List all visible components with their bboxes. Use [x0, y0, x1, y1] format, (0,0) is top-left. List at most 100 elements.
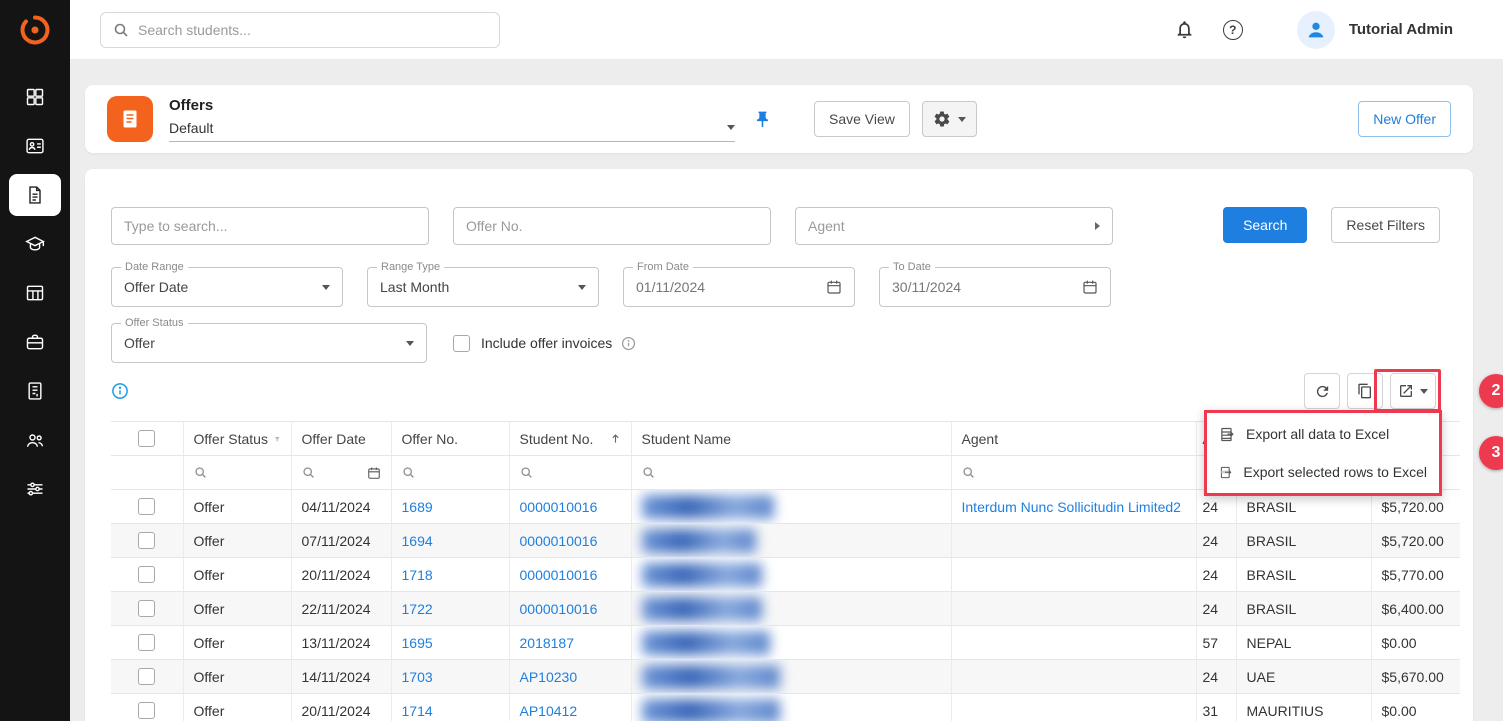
col-offer-status[interactable]: Offer Status — [183, 422, 291, 456]
search-button[interactable]: Search — [1223, 207, 1307, 243]
new-offer-button[interactable]: New Offer — [1358, 101, 1451, 137]
grid-info-icon[interactable] — [111, 382, 129, 400]
save-view-button[interactable]: Save View — [814, 101, 910, 137]
row-checkbox[interactable] — [138, 532, 155, 549]
offer-no-link[interactable]: 1718 — [402, 567, 433, 583]
offer-status-label: Offer Status — [121, 317, 188, 329]
offer-no-link[interactable]: 1694 — [402, 533, 433, 549]
student-name-redacted — [642, 631, 770, 655]
view-select[interactable]: Default — [169, 120, 735, 142]
sidebar-item-dashboard[interactable] — [9, 76, 61, 118]
col-offer-no[interactable]: Offer No. — [391, 422, 509, 456]
student-no-link[interactable]: 0000010016 — [520, 499, 598, 515]
col-student-no[interactable]: Student No. — [509, 422, 631, 456]
sidebar-item-agents[interactable] — [9, 419, 61, 461]
pin-icon[interactable] — [753, 110, 772, 129]
include-invoices-checkbox[interactable] — [453, 335, 470, 352]
date-range-select[interactable]: Date Range Offer Date — [111, 267, 343, 307]
calendar-icon[interactable] — [1082, 279, 1098, 295]
help-icon[interactable]: ? — [1223, 20, 1243, 40]
filter-cell-student-name[interactable] — [631, 456, 951, 490]
table-row[interactable]: Offer 13/11/2024 1695 2018187 57 NEPAL $… — [111, 626, 1460, 660]
export-icon — [1398, 383, 1414, 399]
app-logo[interactable] — [0, 0, 70, 60]
offer-no-link[interactable]: 1689 — [402, 499, 433, 515]
filter-row-2: Date Range Offer Date Range Type Last Mo… — [111, 267, 1460, 307]
sidebar-item-courses[interactable] — [9, 223, 61, 265]
reset-filters-button[interactable]: Reset Filters — [1331, 207, 1440, 243]
sidebar-item-offers[interactable] — [9, 174, 61, 216]
bell-icon[interactable] — [1174, 19, 1195, 40]
grid-toolbar — [111, 373, 1436, 409]
student-no-link[interactable]: 2018187 — [520, 635, 575, 651]
filter-cell-offer-no[interactable] — [391, 456, 509, 490]
filter-cell-agent[interactable] — [951, 456, 1196, 490]
table-row[interactable]: Offer 14/11/2024 1703 AP10230 24 UAE $5,… — [111, 660, 1460, 694]
avatar[interactable] — [1297, 11, 1335, 49]
filter-funnel-icon[interactable] — [274, 433, 281, 445]
student-no-link[interactable]: AP10230 — [520, 669, 578, 685]
offer-no-link[interactable]: 1722 — [402, 601, 433, 617]
student-no-link[interactable]: AP10412 — [520, 703, 578, 719]
cell-age: 24 — [1196, 660, 1236, 694]
row-checkbox[interactable] — [138, 702, 155, 719]
calendar-icon[interactable] — [367, 466, 381, 480]
date-range-label: Date Range — [121, 261, 188, 273]
from-date-field[interactable]: From Date 01/11/2024 — [623, 267, 855, 307]
sidebar-item-settings[interactable] — [9, 468, 61, 510]
offer-no-link[interactable]: 1714 — [402, 703, 433, 719]
chevron-down-icon — [958, 117, 966, 122]
table-row[interactable]: Offer 20/11/2024 1714 AP10412 31 MAURITI… — [111, 694, 1460, 721]
sidebar-item-contacts[interactable] — [9, 125, 61, 167]
table-row[interactable]: Offer 07/11/2024 1694 0000010016 24 BRAS… — [111, 524, 1460, 558]
student-name-redacted — [642, 699, 780, 721]
chevron-right-icon — [1095, 222, 1100, 230]
row-checkbox[interactable] — [138, 600, 155, 617]
student-no-link[interactable]: 0000010016 — [520, 601, 598, 617]
sidebar-item-services[interactable] — [9, 321, 61, 363]
cell-offer-date: 20/11/2024 — [291, 558, 391, 592]
col-student-name[interactable]: Student Name — [631, 422, 951, 456]
filter-cell-student-no[interactable] — [509, 456, 631, 490]
refresh-button[interactable] — [1304, 373, 1340, 409]
keyword-search-input[interactable] — [111, 207, 429, 245]
table-row[interactable]: Offer 22/11/2024 1722 0000010016 24 BRAS… — [111, 592, 1460, 626]
agent-link[interactable]: Interdum Nunc Sollicitudin Limited2 — [962, 499, 1181, 515]
row-checkbox[interactable] — [138, 668, 155, 685]
grid-tools — [1304, 373, 1436, 409]
agent-select[interactable]: Agent — [795, 207, 1113, 245]
search-input[interactable] — [138, 22, 487, 38]
row-checkbox[interactable] — [138, 634, 155, 651]
table-row[interactable]: Offer 20/11/2024 1718 0000010016 24 BRAS… — [111, 558, 1460, 592]
sidebar-item-invoices[interactable] — [9, 370, 61, 412]
cell-age: 57 — [1196, 626, 1236, 660]
col-offer-date[interactable]: Offer Date — [291, 422, 391, 456]
user-name[interactable]: Tutorial Admin — [1349, 21, 1453, 38]
range-type-select[interactable]: Range Type Last Month — [367, 267, 599, 307]
copy-button[interactable] — [1347, 373, 1383, 409]
export-button[interactable] — [1390, 373, 1436, 409]
menu-item-export-selected[interactable]: Export selected rows to Excel — [1207, 453, 1439, 491]
student-no-link[interactable]: 0000010016 — [520, 533, 598, 549]
row-checkbox[interactable] — [138, 566, 155, 583]
export-menu: Export all data to Excel Export selected… — [1204, 410, 1442, 496]
sidebar-item-applications[interactable] — [9, 272, 61, 314]
filter-cell-status[interactable] — [183, 456, 291, 490]
global-search[interactable] — [100, 12, 500, 48]
calendar-icon[interactable] — [826, 279, 842, 295]
row-checkbox[interactable] — [138, 498, 155, 515]
to-date-field[interactable]: To Date 30/11/2024 — [879, 267, 1111, 307]
offer-no-link[interactable]: 1703 — [402, 669, 433, 685]
offer-no-link[interactable]: 1695 — [402, 635, 433, 651]
offer-status-select[interactable]: Offer Status Offer — [111, 323, 427, 363]
cell-age: 31 — [1196, 694, 1236, 721]
applications-icon — [25, 283, 45, 303]
cell-offer-status: Offer — [183, 660, 291, 694]
select-all-checkbox[interactable] — [138, 430, 155, 447]
col-agent[interactable]: Agent — [951, 422, 1196, 456]
offer-no-input[interactable] — [453, 207, 771, 245]
filter-cell-date[interactable] — [291, 456, 391, 490]
menu-item-export-all[interactable]: Export all data to Excel — [1207, 415, 1439, 453]
student-no-link[interactable]: 0000010016 — [520, 567, 598, 583]
view-settings-button[interactable] — [922, 101, 977, 137]
